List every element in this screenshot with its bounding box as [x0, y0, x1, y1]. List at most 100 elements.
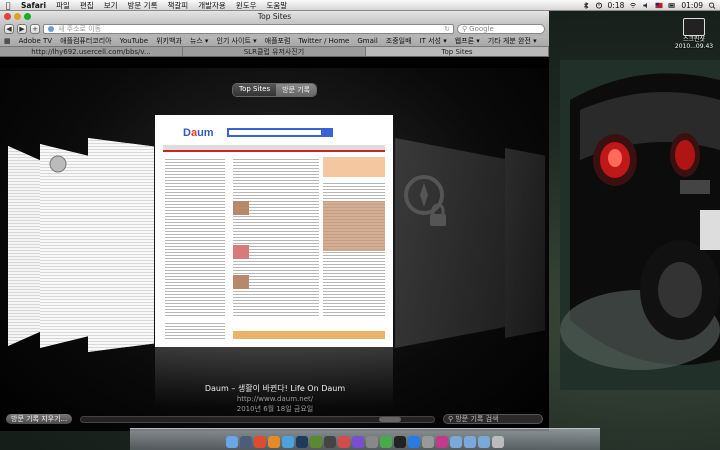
menu-view[interactable]: 보기	[99, 0, 123, 11]
dashboard-icon[interactable]	[240, 436, 252, 448]
daum-left-column	[165, 157, 225, 317]
reload-icon[interactable]: ↻	[444, 25, 450, 33]
ical-icon[interactable]	[338, 436, 350, 448]
search-input[interactable]: Google	[469, 25, 494, 33]
menu-history[interactable]: 방문 기록	[123, 0, 163, 11]
search-field[interactable]: ⚲ Google	[457, 24, 545, 34]
wikipedia-globe-icon	[49, 155, 67, 173]
menu-develop[interactable]: 개발자용	[193, 0, 231, 11]
coverflow-scrollbar[interactable]	[80, 415, 435, 423]
tab-usercell[interactable]: http://lhy692.usercell.com/bbs/v...	[0, 47, 183, 56]
preview-icon[interactable]	[422, 436, 434, 448]
bookmark-item[interactable]: 뉴스 ▾	[190, 36, 209, 46]
bookmark-item[interactable]: YouTube	[120, 37, 148, 45]
finder-icon[interactable]	[226, 436, 238, 448]
history-toggle[interactable]: 방문 기록	[276, 84, 317, 96]
zoom-button[interactable]	[24, 13, 31, 20]
music-icon[interactable]	[436, 436, 448, 448]
folder-icon[interactable]	[478, 436, 490, 448]
menu-app-name[interactable]: Safari	[16, 1, 51, 10]
tab-slrclub[interactable]: SLR클럽 유저사진기	[183, 47, 366, 56]
globe-icon	[48, 26, 54, 32]
spotlight-icon[interactable]	[708, 1, 716, 9]
minimize-button[interactable]	[14, 13, 21, 20]
locked-thumbnail-page[interactable]	[395, 138, 505, 348]
bookmark-item[interactable]: 애플컴퓨터코리아	[60, 36, 112, 46]
clear-history-button[interactable]: 방문 기록 지우기...	[6, 414, 73, 424]
safari-icon[interactable]	[282, 436, 294, 448]
bookmark-item[interactable]: Adobe TV	[19, 37, 52, 45]
clock[interactable]: 01:09	[681, 1, 703, 10]
apple-icon[interactable]: 	[0, 1, 16, 10]
volume-icon[interactable]	[642, 2, 650, 9]
tab-bar: http://lhy692.usercell.com/bbs/v... SLR클…	[0, 47, 549, 57]
bookmark-item[interactable]: Twitter / Home	[298, 37, 349, 45]
bluetooth-icon[interactable]	[582, 1, 590, 9]
window-title: Top Sites	[257, 12, 292, 21]
desktop-icon-label-2: 2010...09.43	[674, 43, 714, 50]
daum-footer	[165, 321, 225, 341]
menu-edit[interactable]: 편집	[75, 0, 99, 11]
locked-thumbnail-page-2[interactable]	[505, 148, 545, 338]
bookmark-item[interactable]: 애플포럼	[265, 36, 291, 46]
bookmark-item[interactable]: 기타 게분 완전 ▾	[488, 36, 537, 46]
menu-help[interactable]: 도움말	[262, 0, 293, 11]
menu-window[interactable]: 윈도우	[231, 0, 262, 11]
site-url: http://www.daum.net/	[236, 395, 314, 403]
address-input[interactable]: 새 주소로 이동	[58, 24, 441, 34]
top-sites-toggle[interactable]: Top Sites	[233, 84, 277, 96]
title-bar: Top Sites	[0, 11, 549, 22]
flag-icon[interactable]	[655, 2, 663, 9]
top-sites-view: Top Sites 방문 기록 Daum Daum – 생활이 바뀐다! Lif…	[0, 68, 549, 431]
desktop-file-icon[interactable]: 스크린샷 2010...09.43	[672, 18, 716, 50]
car-wallpaper-image	[560, 60, 720, 390]
daum-ad	[323, 157, 385, 177]
bookmark-item[interactable]: 웹프론 ▾	[455, 36, 480, 46]
bookmark-item[interactable]: 인기 사이트 ▾	[216, 36, 256, 46]
timer-icon[interactable]	[595, 1, 603, 9]
forward-button[interactable]: ▶	[17, 24, 27, 34]
menu-bookmarks[interactable]: 책갈피	[162, 0, 193, 11]
add-bookmark-button[interactable]: +	[30, 24, 40, 34]
lock-icon	[430, 203, 446, 226]
firefox-icon[interactable]	[268, 436, 280, 448]
menu-file[interactable]: 파일	[51, 0, 75, 11]
terminal-icon[interactable]	[394, 436, 406, 448]
mail-icon[interactable]	[380, 436, 392, 448]
back-arrow-icon: ◀	[6, 25, 12, 33]
timer-readout: 0:18	[607, 0, 625, 10]
history-search-field[interactable]: ⚲ 방문 기록 검색	[443, 414, 543, 424]
bookmarks-grid-icon[interactable]: ▦	[4, 37, 11, 45]
thumbnail-page-daum[interactable]: Daum	[155, 115, 393, 347]
bookmark-item[interactable]: Gmail	[357, 37, 377, 45]
settings-icon[interactable]	[366, 436, 378, 448]
folder-icon[interactable]	[450, 436, 462, 448]
dreamweaver-icon[interactable]	[310, 436, 322, 448]
battery-icon[interactable]	[668, 2, 676, 9]
app-store-icon[interactable]	[408, 436, 420, 448]
wifi-icon[interactable]	[629, 2, 637, 9]
photoshop-icon[interactable]	[296, 436, 308, 448]
dock	[130, 428, 600, 450]
address-bar[interactable]: 새 주소로 이동 ↻	[43, 24, 454, 34]
desktop-icon-label: 스크린샷	[682, 36, 706, 43]
history-search-input[interactable]: 방문 기록 검색	[455, 415, 498, 423]
trash-icon[interactable]	[492, 436, 504, 448]
folder-icon[interactable]	[464, 436, 476, 448]
tab-top-sites[interactable]: Top Sites	[366, 47, 549, 56]
app-icon[interactable]	[324, 436, 336, 448]
thumbnail-page-news[interactable]	[88, 138, 154, 352]
view-toggle: Top Sites 방문 기록	[232, 83, 318, 97]
bookmark-item[interactable]: 조중일배	[386, 36, 412, 46]
back-button[interactable]: ◀	[4, 24, 14, 34]
thumbnail-page-wikipedia[interactable]	[40, 144, 90, 348]
chrome-icon[interactable]	[254, 436, 266, 448]
itunes-icon[interactable]	[352, 436, 364, 448]
history-bottom-bar: 방문 기록 지우기... ⚲ 방문 기록 검색	[0, 412, 549, 426]
thumbnail-page-google[interactable]	[8, 146, 44, 346]
bookmark-item[interactable]: 위키백과	[156, 36, 182, 46]
scrollbar-thumb[interactable]	[379, 416, 402, 422]
close-button[interactable]	[4, 13, 11, 20]
bookmarks-bar: ▦ Adobe TV 애플컴퓨터코리아 YouTube 위키백과 뉴스 ▾ 인기…	[0, 36, 549, 47]
bookmark-item[interactable]: IT 서성 ▾	[420, 36, 447, 46]
